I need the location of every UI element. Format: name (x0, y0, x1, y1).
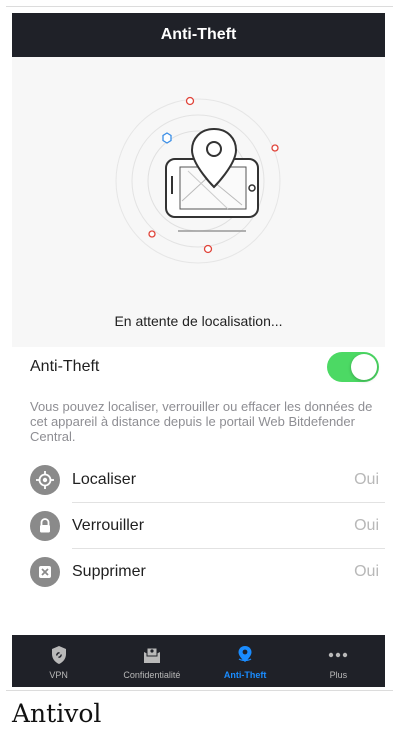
list-item-label: Localiser (72, 471, 137, 488)
list-item-value: Oui (354, 563, 379, 580)
lock-icon (30, 511, 60, 541)
tab-label: Anti-Theft (223, 670, 267, 680)
bottom-frame-line (6, 690, 393, 691)
phone-location-illustration (115, 96, 281, 264)
list-item-verrouiller[interactable]: Verrouiller Oui (12, 503, 385, 549)
tab-bar: VPN Confidentialité Anti-Theft Plus (12, 635, 385, 687)
list-item-value: Oui (354, 471, 379, 488)
app-screen: Anti-Theft En attente de localisation...… (12, 13, 385, 687)
tab-label: VPN (49, 670, 68, 680)
tab-anti-theft[interactable]: Anti-Theft (199, 635, 292, 687)
nav-header: Anti-Theft (12, 13, 385, 57)
screenshot-caption: Antivol (12, 699, 102, 728)
list-item-supprimer[interactable]: Supprimer Oui (12, 549, 385, 595)
tab-label: Plus (329, 670, 348, 680)
wipe-icon (30, 557, 60, 587)
list-item-label: Supprimer (72, 563, 146, 580)
toggle-knob (351, 354, 377, 380)
list-item-label: Verrouiller (72, 517, 145, 534)
tab-label: Confidentialité (123, 670, 181, 680)
more-dots-icon (329, 652, 348, 658)
actions-list: Localiser Oui Verrouiller Oui Supprimer … (12, 457, 385, 595)
list-item-value: Oui (354, 517, 379, 534)
tab-confidentialite[interactable]: Confidentialité (105, 635, 198, 687)
privacy-icon (143, 647, 160, 663)
top-frame-line (6, 6, 393, 7)
vpn-shield-icon (51, 646, 66, 664)
anti-theft-label: Anti-Theft (30, 358, 100, 375)
anti-theft-toggle[interactable] (327, 352, 379, 382)
tab-plus[interactable]: Plus (292, 635, 385, 687)
locate-illustration-area: En attente de localisation... (12, 57, 385, 347)
anti-theft-description: Vous pouvez localiser, verrouiller ou ef… (30, 399, 373, 444)
tab-vpn[interactable]: VPN (12, 635, 105, 687)
location-pin-icon (238, 646, 252, 662)
locating-status-text: En attente de localisation... (114, 313, 283, 329)
locate-icon (30, 465, 60, 495)
list-item-localiser[interactable]: Localiser Oui (12, 457, 385, 503)
anti-theft-toggle-row: Anti-Theft (12, 347, 385, 387)
page-title: Anti-Theft (160, 26, 237, 43)
